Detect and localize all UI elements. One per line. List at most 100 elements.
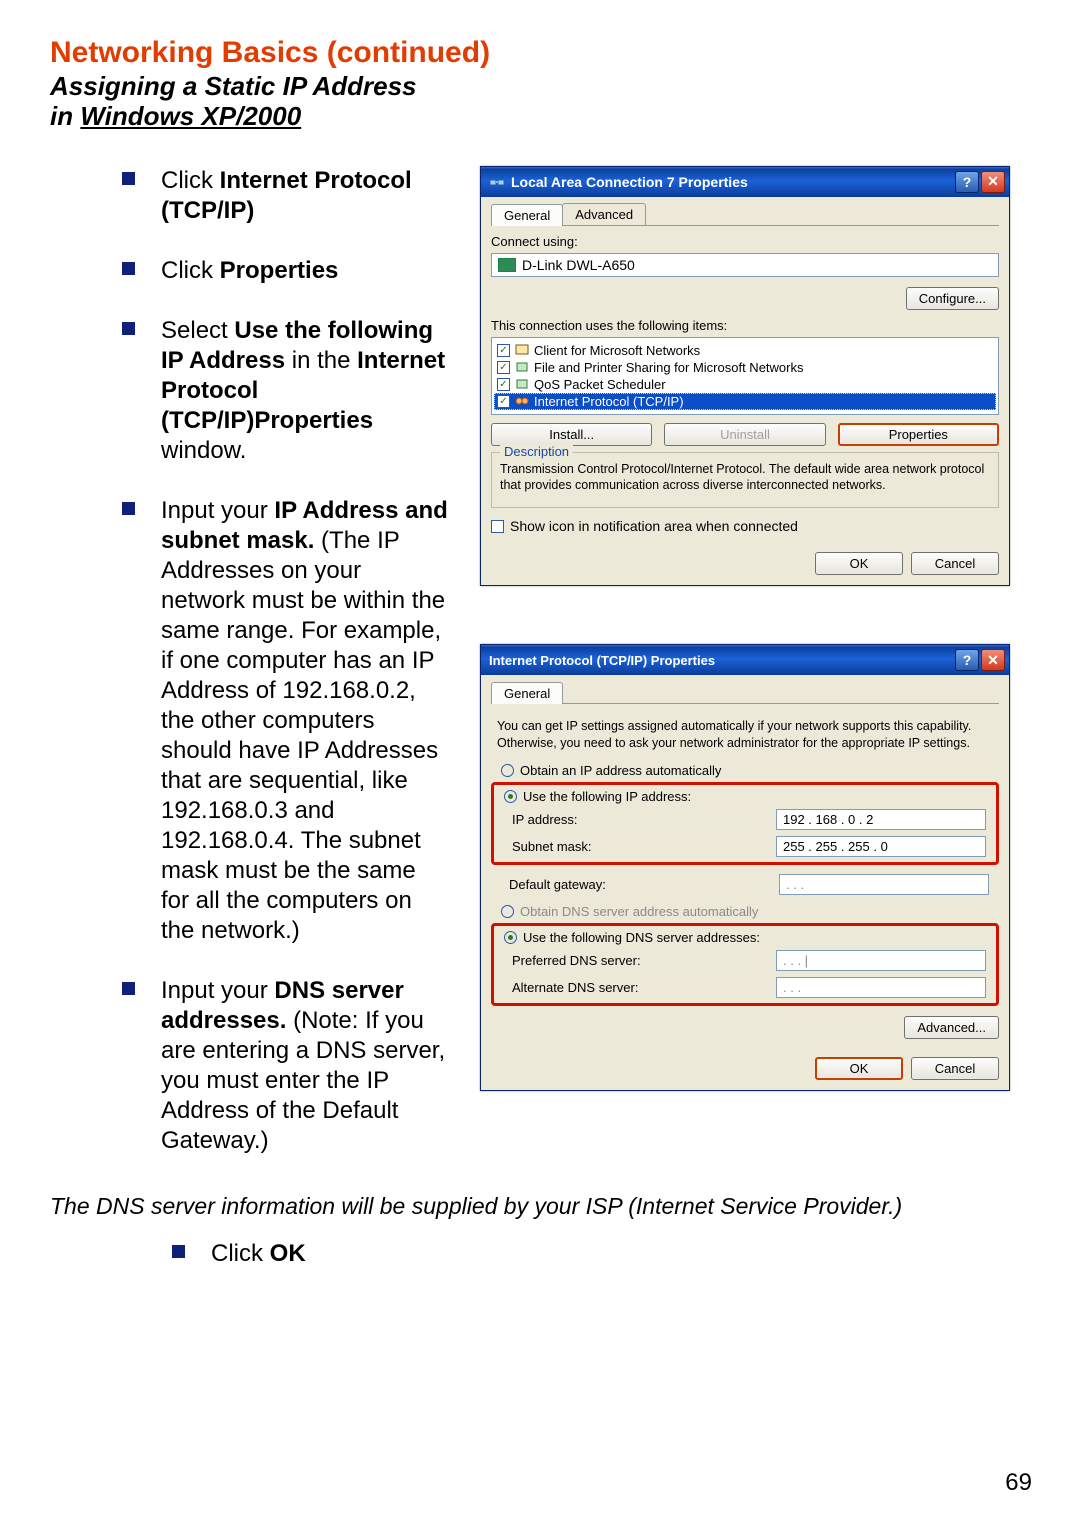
highlight-dns-section: Use the following DNS server addresses: … [491,923,999,1006]
bullet-icon [172,1245,185,1258]
bullet-icon [122,172,135,185]
subtitle-line-2-underlined: Windows XP/2000 [80,101,301,131]
preferred-dns-input[interactable]: . . . | [776,950,986,971]
bold-text: Properties [220,257,339,284]
instruction-step-3: Select Use the following IP Address in t… [122,316,450,466]
item-label: Client for Microsoft Networks [534,343,700,358]
close-button[interactable]: ✕ [981,171,1005,193]
bullet-icon [122,982,135,995]
service-icon [514,377,530,391]
list-item[interactable]: ✓ Client for Microsoft Networks [494,342,996,359]
radio-use-following-ip[interactable]: Use the following IP address: [494,787,996,806]
list-item[interactable]: ✓ File and Printer Sharing for Microsoft… [494,359,996,376]
close-button[interactable]: ✕ [981,649,1005,671]
subnet-label: Subnet mask: [512,839,592,854]
radio-icon[interactable] [504,931,517,944]
help-button[interactable]: ? [955,649,979,671]
alternate-dns-label: Alternate DNS server: [512,980,638,995]
list-item[interactable]: ✓ QoS Packet Scheduler [494,376,996,393]
ip-address-input[interactable]: 192 . 168 . 0 . 2 [776,809,986,830]
tab-general[interactable]: General [491,204,563,226]
bullet-icon [122,322,135,335]
tab-advanced[interactable]: Advanced [562,203,646,225]
description-text: Transmission Control Protocol/Internet P… [500,459,990,500]
subtitle-line-1: Assigning a Static IP Address [50,71,417,101]
tcpip-properties-window: Internet Protocol (TCP/IP) Properties ? … [480,644,1010,1091]
client-icon [514,343,530,357]
local-area-connection-properties-window: Local Area Connection 7 Properties ? ✕ G… [480,166,1010,587]
connection-items-list[interactable]: ✓ Client for Microsoft Networks ✓ File a… [491,337,999,415]
adapter-icon [498,258,516,272]
checkbox-icon[interactable]: ✓ [497,361,510,374]
preferred-dns-label: Preferred DNS server: [512,953,641,968]
bullet-icon [122,262,135,275]
radio-use-following-dns[interactable]: Use the following DNS server addresses: [494,928,996,947]
checkbox-icon[interactable]: ✓ [497,344,510,357]
item-label: QoS Packet Scheduler [534,377,666,392]
isp-note: The DNS server information will be suppl… [50,1192,1038,1221]
configure-button[interactable]: Configure... [906,287,999,310]
instructions-column: Click Internet Protocol (TCP/IP) Click P… [50,166,450,1186]
install-button[interactable]: Install... [491,423,652,446]
instruction-text: Input your IP Address and subnet mask. (… [161,496,450,946]
ok-button[interactable]: OK [815,552,903,575]
bold-text: OK [270,1240,306,1267]
show-icon-checkbox[interactable]: ✓ [491,520,504,533]
radio-label: Use the following IP address: [523,789,691,804]
list-item-selected[interactable]: ✓ Internet Protocol (TCP/IP) [494,393,996,410]
page-subtitle: Assigning a Static IP Address in Windows… [50,72,1038,132]
alternate-dns-row: Alternate DNS server: . . . [494,974,996,1001]
instruction-text: Click Properties [161,256,338,286]
tab-bar: General [491,681,999,704]
checkbox-icon[interactable]: ✓ [497,378,510,391]
window-title: Internet Protocol (TCP/IP) Properties [489,653,715,668]
items-label: This connection uses the following items… [491,318,999,333]
alternate-dns-input[interactable]: . . . [776,977,986,998]
tab-general[interactable]: General [491,682,563,704]
service-icon [514,360,530,374]
gateway-input[interactable]: . . . [779,874,989,895]
subnet-input[interactable]: 255 . 255 . 255 . 0 [776,836,986,857]
text: Input your [161,497,274,524]
ok-button[interactable]: OK [815,1057,903,1080]
help-button[interactable]: ? [955,171,979,193]
cancel-button[interactable]: Cancel [911,1057,999,1080]
radio-label: Use the following DNS server addresses: [523,930,760,945]
connect-using-label: Connect using: [491,234,999,249]
uninstall-button[interactable]: Uninstall [664,423,825,446]
instruction-text: Input your DNS server addresses. (Note: … [161,976,450,1156]
instruction-step-5: Input your DNS server addresses. (Note: … [122,976,450,1156]
checkbox-icon[interactable]: ✓ [497,395,510,408]
show-icon-label: Show icon in notification area when conn… [510,518,798,534]
instruction-step-1: Click Internet Protocol (TCP/IP) [122,166,450,226]
radio-label: Obtain DNS server address automatically [520,904,758,919]
radio-obtain-ip-auto[interactable]: Obtain an IP address automatically [491,761,999,780]
text: Select [161,317,234,344]
preferred-dns-row: Preferred DNS server: . . . | [494,947,996,974]
page-number: 69 [1005,1469,1032,1497]
radio-icon[interactable] [504,790,517,803]
ip-address-row: IP address: 192 . 168 . 0 . 2 [494,806,996,833]
text: (The IP Addresses on your network must b… [161,527,445,944]
info-text: You can get IP settings assigned automat… [491,712,999,761]
advanced-button[interactable]: Advanced... [904,1016,999,1039]
cancel-button[interactable]: Cancel [911,552,999,575]
text: Click [211,1240,270,1267]
gateway-label: Default gateway: [509,877,606,892]
text: Click [161,167,220,194]
subnet-row: Subnet mask: 255 . 255 . 255 . 0 [494,833,996,860]
window-titlebar[interactable]: Internet Protocol (TCP/IP) Properties ? … [481,645,1009,675]
properties-button[interactable]: Properties [838,423,999,446]
page-title: Networking Basics (continued) [50,36,1038,70]
highlight-ip-section: Use the following IP address: IP address… [491,782,999,865]
instruction-text: Click Internet Protocol (TCP/IP) [161,166,450,226]
item-label: Internet Protocol (TCP/IP) [534,394,684,409]
radio-label: Obtain an IP address automatically [520,763,721,778]
item-label: File and Printer Sharing for Microsoft N… [534,360,803,375]
description-label: Description [500,444,573,459]
text: Input your [161,977,274,1004]
window-titlebar[interactable]: Local Area Connection 7 Properties ? ✕ [481,167,1009,197]
instruction-step-2: Click Properties [122,256,450,286]
window-title: Local Area Connection 7 Properties [511,174,748,190]
radio-icon[interactable] [501,764,514,777]
